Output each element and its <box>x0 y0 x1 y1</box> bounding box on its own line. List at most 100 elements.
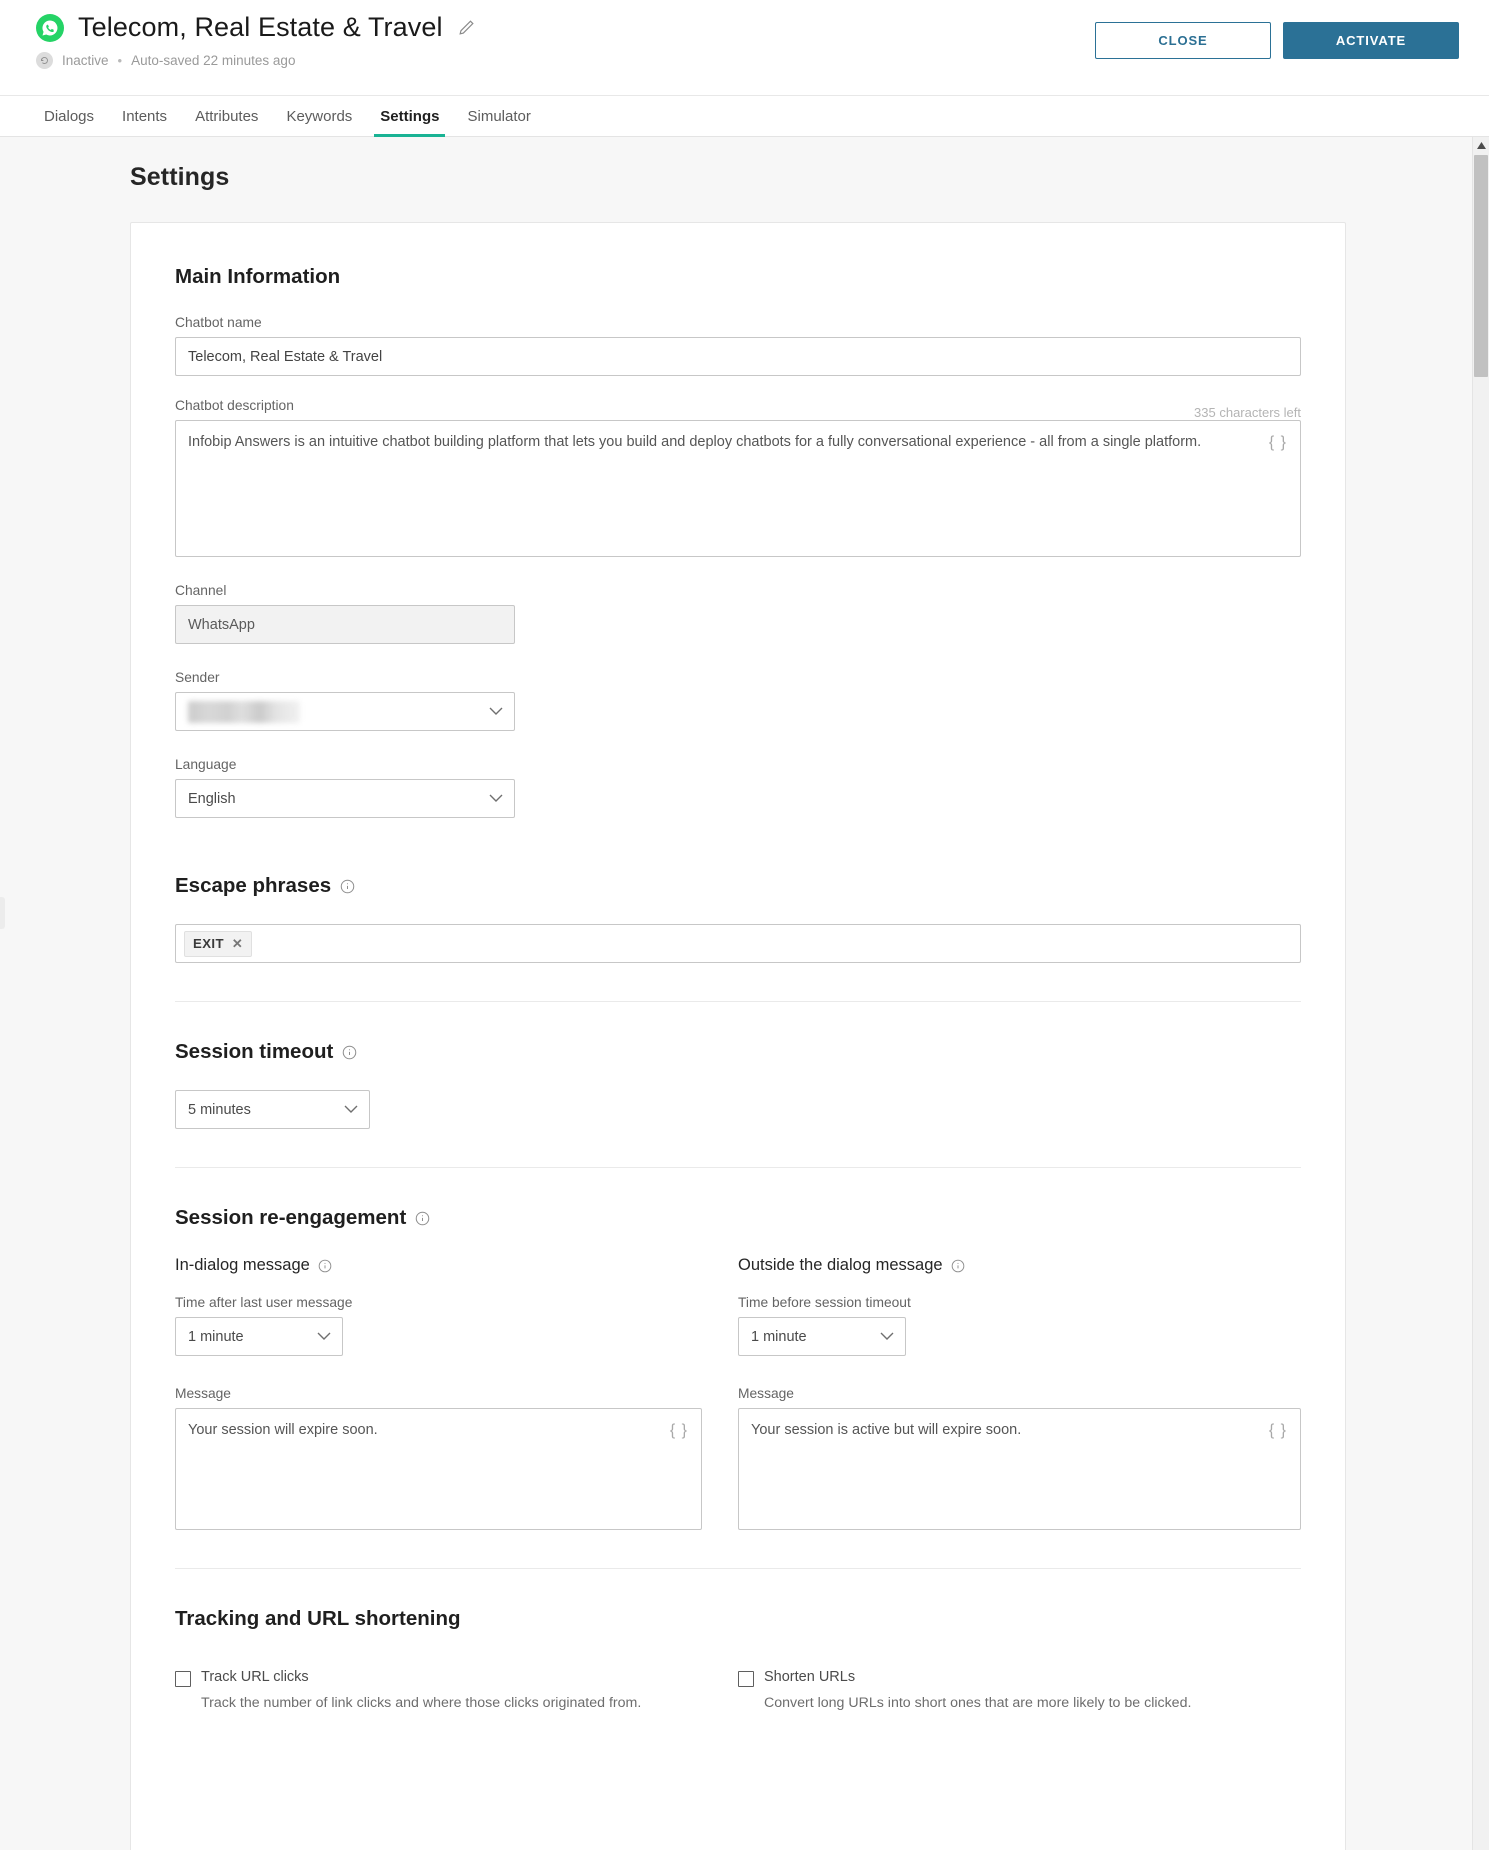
track-clicks-column: Track URL clicks Track the number of lin… <box>175 1669 738 1714</box>
info-icon[interactable] <box>341 1044 357 1060</box>
status-meta-row: Inactive • Auto-saved 22 minutes ago <box>36 52 295 69</box>
language-value: English <box>188 790 236 807</box>
autosave-text: Auto-saved 22 minutes ago <box>131 53 296 68</box>
scroll-up-arrow-icon[interactable] <box>1473 137 1489 154</box>
shorten-urls-checkbox[interactable] <box>738 1671 754 1687</box>
in-dialog-message-label: Message <box>175 1386 231 1401</box>
tab-settings[interactable]: Settings <box>366 108 453 137</box>
chatbot-title-row: Telecom, Real Estate & Travel <box>36 12 476 43</box>
chatbot-name-input[interactable]: Telecom, Real Estate & Travel <box>175 337 1301 376</box>
close-button[interactable]: CLOSE <box>1095 22 1271 59</box>
chatbot-name-field: Chatbot name Telecom, Real Estate & Trav… <box>175 315 1301 376</box>
chevron-down-icon <box>880 1329 894 1345</box>
track-url-clicks-checkbox[interactable] <box>175 1671 191 1687</box>
info-icon[interactable] <box>317 1258 333 1274</box>
tab-simulator[interactable]: Simulator <box>453 108 544 136</box>
divider <box>175 1568 1301 1569</box>
track-url-clicks-row[interactable]: Track URL clicks <box>175 1669 702 1687</box>
shorten-urls-label: Shorten URLs <box>764 1669 856 1685</box>
track-url-clicks-label: Track URL clicks <box>201 1669 309 1685</box>
channel-label: Channel <box>175 583 227 598</box>
session-reengagement-heading: Session re-engagement <box>175 1206 1301 1230</box>
in-dialog-column: In-dialog message Time after last user m… <box>175 1256 738 1530</box>
chevron-down-icon <box>317 1329 331 1345</box>
session-timeout-title: Session timeout <box>175 1040 334 1063</box>
in-dialog-time-select[interactable]: 1 minute <box>175 1317 343 1356</box>
info-icon[interactable] <box>339 878 355 894</box>
tab-intents[interactable]: Intents <box>108 108 181 136</box>
escape-phrase-chip-label: EXIT <box>193 936 224 951</box>
outside-dialog-time-label: Time before session timeout <box>738 1295 911 1310</box>
sender-field: Sender <box>175 670 1301 731</box>
settings-content: Settings Main Information Chatbot name T… <box>0 137 1489 1850</box>
outside-dialog-time-value: 1 minute <box>751 1328 807 1345</box>
tab-dialogs[interactable]: Dialogs <box>30 108 108 136</box>
outside-dialog-column: Outside the dialog message Time before s… <box>738 1256 1301 1530</box>
chatbot-name-label: Chatbot name <box>175 315 262 330</box>
language-select[interactable]: English <box>175 779 515 818</box>
channel-field: Channel WhatsApp <box>175 583 1301 644</box>
header-actions: CLOSE ACTIVATE <box>1095 22 1459 59</box>
session-timeout-select[interactable]: 5 minutes <box>175 1090 370 1129</box>
session-timeout-heading: Session timeout <box>175 1040 1301 1064</box>
escape-phrases-input[interactable]: EXIT ✕ <box>175 924 1301 963</box>
outside-dialog-message-textarea[interactable]: Your session is active but will expire s… <box>738 1408 1301 1530</box>
in-dialog-heading: In-dialog message <box>175 1256 702 1275</box>
meta-separator: • <box>117 53 123 68</box>
chevron-down-icon <box>489 704 503 720</box>
main-tabs: Dialogs Intents Attributes Keywords Sett… <box>0 96 1489 137</box>
escape-phrase-chip: EXIT ✕ <box>184 930 253 957</box>
scroll-region: Settings Main Information Chatbot name T… <box>0 137 1472 1850</box>
tab-keywords[interactable]: Keywords <box>272 108 366 136</box>
close-icon[interactable]: ✕ <box>232 937 243 950</box>
outside-dialog-time-select[interactable]: 1 minute <box>738 1317 906 1356</box>
info-icon[interactable] <box>950 1258 966 1274</box>
sender-label: Sender <box>175 670 220 685</box>
channel-input: WhatsApp <box>175 605 515 644</box>
curly-braces-icon[interactable]: { } <box>1269 431 1287 454</box>
character-counter: 335 characters left <box>1194 405 1301 420</box>
scrollbar-thumb[interactable] <box>1474 155 1488 377</box>
session-timeout-value: 5 minutes <box>188 1101 251 1118</box>
vertical-scrollbar[interactable] <box>1472 137 1489 1850</box>
in-dialog-message-value: Your session will expire soon. <box>188 1422 378 1438</box>
session-reengagement-title: Session re-engagement <box>175 1206 407 1229</box>
page-heading: Settings <box>130 163 230 191</box>
page-title: Telecom, Real Estate & Travel <box>78 12 443 42</box>
sender-select[interactable] <box>175 692 515 731</box>
shorten-urls-description: Convert long URLs into short ones that a… <box>764 1695 1192 1711</box>
chatbot-description-label: Chatbot description <box>175 398 294 413</box>
outside-dialog-heading: Outside the dialog message <box>738 1256 1301 1275</box>
curly-braces-icon[interactable]: { } <box>670 1419 688 1442</box>
settings-card: Main Information Chatbot name Telecom, R… <box>130 222 1346 1850</box>
tracking-title: Tracking and URL shortening <box>175 1607 461 1630</box>
shorten-urls-row[interactable]: Shorten URLs <box>738 1669 1301 1687</box>
divider <box>175 1001 1301 1002</box>
outside-dialog-message-label: Message <box>738 1386 794 1401</box>
escape-phrases-title: Escape phrases <box>175 874 332 897</box>
chatbot-description-value: Infobip Answers is an intuitive chatbot … <box>188 434 1202 450</box>
chatbot-description-field: Chatbot description 335 characters left … <box>175 398 1301 557</box>
status-badge: Inactive <box>62 53 109 68</box>
sender-redacted-value <box>188 700 300 723</box>
outside-dialog-title: Outside the dialog message <box>738 1256 943 1274</box>
chevron-down-icon <box>344 1102 358 1118</box>
language-label: Language <box>175 757 237 772</box>
language-field: Language English <box>175 757 1301 818</box>
shorten-urls-column: Shorten URLs Convert long URLs into shor… <box>738 1669 1301 1714</box>
tab-attributes[interactable]: Attributes <box>181 108 272 136</box>
chevron-down-icon <box>489 791 503 807</box>
tracking-columns: Track URL clicks Track the number of lin… <box>175 1669 1301 1714</box>
in-dialog-title: In-dialog message <box>175 1256 310 1274</box>
app-header: Telecom, Real Estate & Travel Inactive •… <box>0 0 1489 96</box>
in-dialog-time-value: 1 minute <box>188 1328 244 1345</box>
in-dialog-message-textarea[interactable]: Your session will expire soon. { } <box>175 1408 702 1530</box>
tracking-heading: Tracking and URL shortening <box>175 1607 1301 1631</box>
curly-braces-icon[interactable]: { } <box>1269 1419 1287 1442</box>
status-icon <box>36 52 53 69</box>
outside-dialog-message-value: Your session is active but will expire s… <box>751 1422 1022 1438</box>
info-icon[interactable] <box>414 1210 430 1226</box>
pencil-icon[interactable] <box>457 18 476 37</box>
chatbot-description-textarea[interactable]: Infobip Answers is an intuitive chatbot … <box>175 420 1301 557</box>
activate-button[interactable]: ACTIVATE <box>1283 22 1459 59</box>
